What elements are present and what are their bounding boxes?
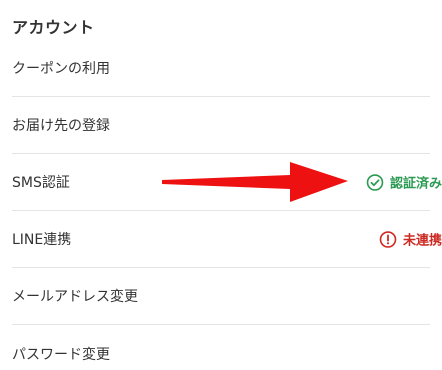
menu-item-label: クーポンの利用: [12, 61, 110, 77]
menu-item-line-link[interactable]: LINE連携 未連携: [12, 211, 442, 268]
line-status-badge: 未連携: [379, 230, 442, 249]
line-status-text: 未連携: [402, 233, 442, 249]
sms-status-text: 認証済み: [389, 176, 442, 192]
sms-status-badge: 認証済み: [366, 173, 442, 192]
account-settings-screen: アカウント クーポンの利用 お届け先の登録 SMS認証 認証済み LINE連携: [0, 0, 442, 370]
account-menu: クーポンの利用 お届け先の登録 SMS認証 認証済み LINE連携 未連携 メー…: [0, 40, 442, 370]
menu-item-delivery-address[interactable]: お届け先の登録: [12, 97, 430, 154]
check-circle-icon: [366, 173, 384, 191]
menu-item-label: LINE連携: [12, 232, 72, 248]
menu-item-change-email[interactable]: メールアドレス変更: [12, 268, 430, 325]
menu-item-label: SMS認証: [12, 175, 70, 191]
menu-item-label: メールアドレス変更: [12, 289, 138, 305]
menu-item-label: パスワード変更: [12, 346, 110, 363]
section-title: アカウント: [12, 18, 95, 37]
exclamation-circle-icon: [379, 230, 397, 248]
menu-item-change-password[interactable]: パスワード変更: [12, 325, 430, 370]
menu-item-coupon[interactable]: クーポンの利用: [12, 40, 430, 97]
menu-item-sms-verification[interactable]: SMS認証 認証済み: [12, 154, 442, 211]
menu-item-label: お届け先の登録: [12, 118, 110, 134]
